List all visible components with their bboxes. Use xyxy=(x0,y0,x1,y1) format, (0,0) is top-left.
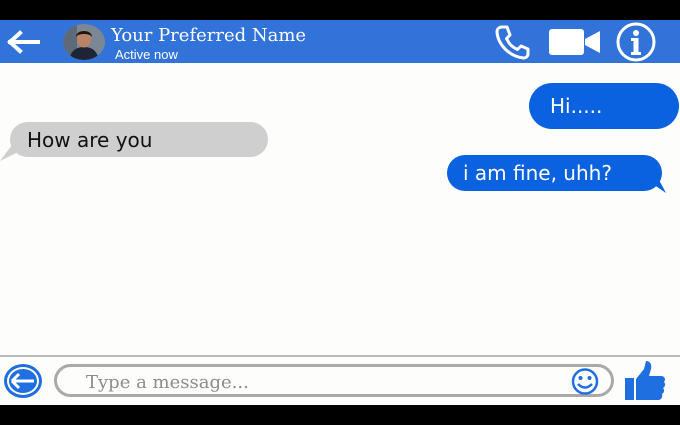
message-text: i am fine, uhh? xyxy=(463,161,612,185)
message-text: Hi..... xyxy=(550,94,603,118)
message-input[interactable] xyxy=(84,370,558,394)
message-bubble-incoming[interactable]: How are you xyxy=(10,122,268,157)
contact-name[interactable]: Your Preferred Name xyxy=(111,25,306,46)
message-input-box[interactable] xyxy=(54,364,614,397)
smiley-icon[interactable] xyxy=(570,368,600,395)
message-bubble-outgoing[interactable]: Hi..... xyxy=(529,83,679,129)
message-list[interactable]: Hi..... How are you i am fine, uhh? xyxy=(0,63,680,355)
active-status: Active now xyxy=(115,47,178,62)
phone-icon[interactable] xyxy=(493,24,531,60)
avatar[interactable] xyxy=(63,24,105,60)
chat-screen: Your Preferred Name Active now Hi..... H… xyxy=(0,20,680,405)
back-arrow-icon[interactable] xyxy=(6,28,42,56)
message-composer xyxy=(0,357,680,405)
chat-header: Your Preferred Name Active now xyxy=(0,20,680,63)
info-icon[interactable] xyxy=(615,22,657,62)
message-text: How are you xyxy=(27,128,153,152)
avatar-photo xyxy=(63,24,105,60)
back-arrow-icon[interactable] xyxy=(3,363,43,399)
thumbs-up-icon[interactable] xyxy=(624,360,666,402)
video-camera-icon[interactable] xyxy=(548,27,602,57)
message-bubble-outgoing[interactable]: i am fine, uhh? xyxy=(447,155,662,191)
